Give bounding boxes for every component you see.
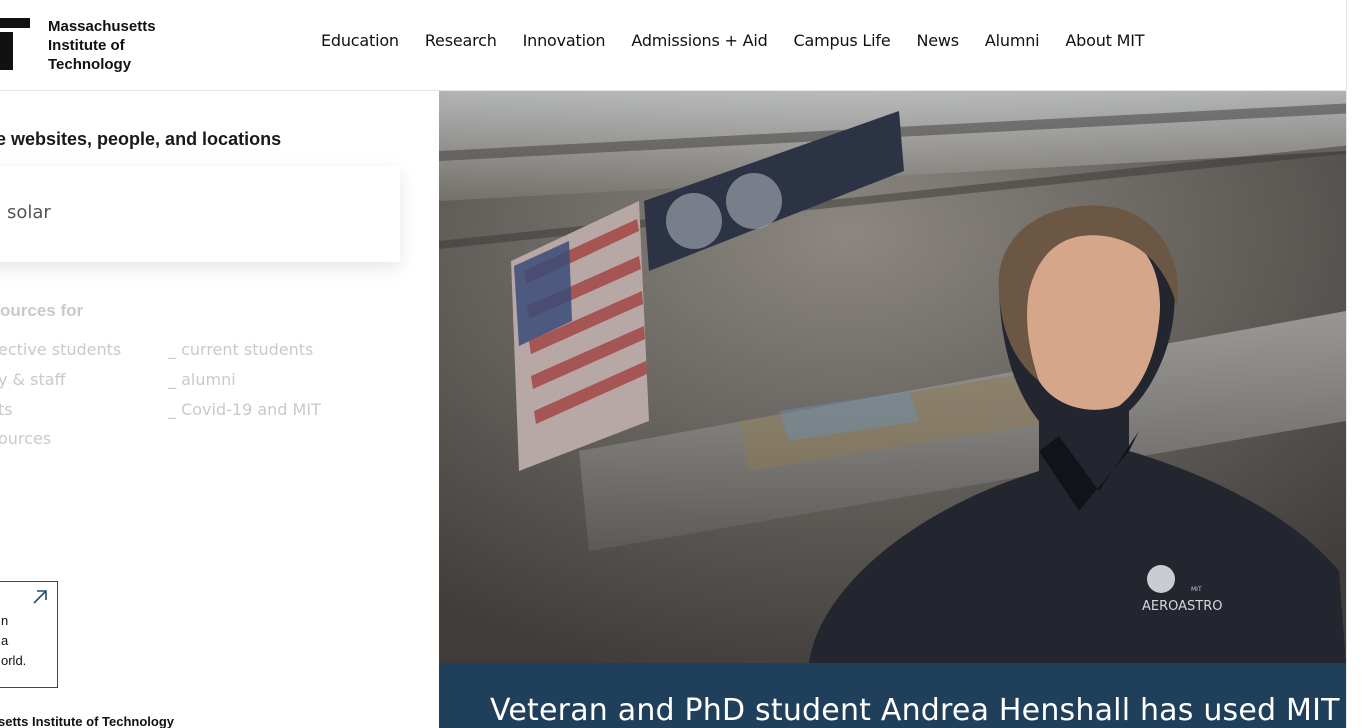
promo-card[interactable]: n a orld.	[0, 581, 58, 688]
resources-heading: ources for	[0, 301, 84, 320]
nav-research[interactable]: Research	[425, 31, 497, 50]
promo-text-2: a	[1, 633, 9, 648]
wordmark-line-1: Massachusetts	[48, 18, 156, 35]
link-all-resources[interactable]: ources	[0, 429, 51, 448]
link-parents[interactable]: ts	[0, 400, 13, 419]
wordmark-line-2: Institute of	[48, 37, 125, 54]
page-scrollbar[interactable]	[1346, 0, 1366, 728]
nav-campus-life[interactable]: Campus Life	[794, 31, 891, 50]
footer-institute-name: setts Institute of Technology	[0, 714, 174, 728]
mit-wordmark[interactable]: Massachusetts Institute of Technology	[48, 17, 156, 74]
nav-education[interactable]: Education	[321, 31, 399, 50]
link-faculty-staff[interactable]: y & staff	[0, 370, 66, 389]
link-current-students[interactable]: _ current students	[168, 340, 313, 359]
promo-text-3: orld.	[1, 653, 27, 668]
search-panel: e websites, people, and locations solar …	[0, 92, 439, 728]
nav-alumni[interactable]: Alumni	[985, 31, 1040, 50]
hero-image[interactable]: AEROASTRO MIT	[439, 91, 1346, 663]
link-prospective-students[interactable]: ective students	[0, 340, 121, 359]
nav-news[interactable]: News	[916, 31, 959, 50]
site-header: Massachusetts Institute of Technology Ed…	[0, 0, 1346, 91]
mit-logo-icon[interactable]	[0, 18, 30, 70]
search-input[interactable]: solar	[0, 166, 400, 262]
search-heading: e websites, people, and locations	[0, 129, 282, 149]
nav-innovation[interactable]: Innovation	[523, 31, 606, 50]
wordmark-line-3: Technology	[48, 56, 132, 73]
shirt-logo-small: MIT	[1191, 586, 1202, 593]
external-arrow-icon	[33, 590, 47, 604]
link-covid-19[interactable]: _ Covid-19 and MIT	[168, 400, 321, 419]
nav-about-mit[interactable]: About MIT	[1065, 31, 1144, 50]
shirt-logo-text: AEROASTRO	[1142, 599, 1223, 614]
nav-admissions-aid[interactable]: Admissions + Aid	[631, 31, 767, 50]
hero-caption-banner[interactable]: Veteran and PhD student Andrea Henshall …	[439, 663, 1366, 728]
main-nav: Education Research Innovation Admissions…	[321, 31, 1145, 50]
hero-photo-illustration: AEROASTRO MIT	[439, 91, 1346, 663]
hero-caption-text: Veteran and PhD student Andrea Henshall …	[490, 693, 1340, 728]
search-input-value: solar	[7, 202, 51, 223]
link-alumni[interactable]: _ alumni	[168, 370, 236, 389]
promo-text-1: n	[1, 613, 9, 628]
